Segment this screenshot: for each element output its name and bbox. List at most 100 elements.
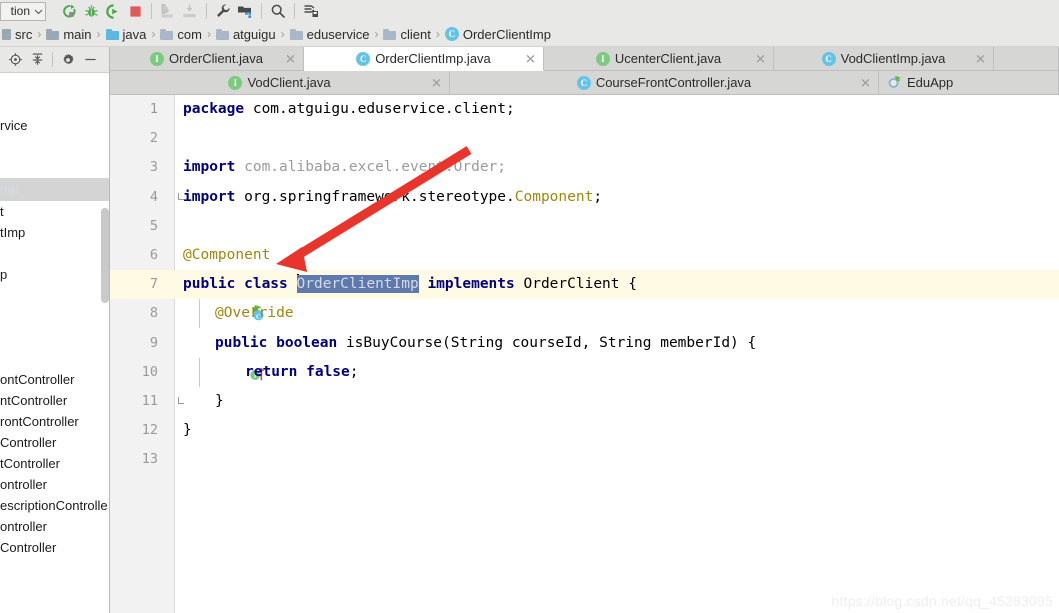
tab-close-icon[interactable]: ✕: [860, 76, 871, 89]
debug-button[interactable]: [80, 1, 102, 21]
tree-item-selected[interactable]: mp: [0, 178, 109, 201]
tree-item[interactable]: [0, 157, 109, 178]
line-text: package com.atguigu.eduservice.client;: [183, 95, 515, 124]
interface-name: OrderClient {: [523, 276, 637, 293]
class-declaration-keywords: public class: [183, 276, 297, 293]
tree-item[interactable]: [0, 306, 109, 327]
tab-close-icon[interactable]: ✕: [525, 52, 536, 65]
tree-item[interactable]: [0, 348, 109, 369]
tab-overflow-area[interactable]: [994, 47, 1059, 71]
keyword-import: import: [183, 159, 236, 176]
hide-panel-button[interactable]: [79, 50, 101, 70]
fold-toggle-icon[interactable]: [178, 339, 188, 346]
code-line: 2: [110, 124, 1059, 153]
breadcrumb-label: main: [63, 26, 92, 42]
tab-ucenterclient-java[interactable]: I UcenterClient.java ✕: [544, 47, 774, 71]
breadcrumb-item-com[interactable]: com: [160, 27, 202, 42]
tree-item[interactable]: ntController: [0, 390, 109, 411]
import-path: org.springframework.stereotype.: [235, 188, 515, 205]
tree-item[interactable]: [0, 73, 109, 94]
rerun-icon: [62, 4, 76, 17]
breadcrumb-label: src: [15, 26, 33, 42]
code-editor[interactable]: 1 package com.atguigu.eduservice.client;…: [110, 95, 1059, 613]
class-badge-icon: C: [444, 27, 459, 41]
project-settings-button[interactable]: [57, 50, 79, 70]
tree-item[interactable]: [0, 285, 109, 306]
tab-coursefrontcontroller-java[interactable]: C CourseFrontController.java ✕: [450, 71, 879, 95]
panel-toolbar-separator: [52, 52, 53, 67]
intellij-idea-window: tion src › main › java › com › atguigu ›…: [0, 0, 1059, 613]
selected-class-name[interactable]: OrderClientImp: [296, 275, 419, 294]
breadcrumb-item-orderclientimp[interactable]: C OrderClientImp: [444, 27, 551, 42]
tree-item[interactable]: Controller: [0, 537, 109, 558]
line-number: 5: [149, 217, 158, 234]
tab-close-icon[interactable]: ✕: [285, 52, 296, 65]
run-configuration-selector[interactable]: tion: [0, 1, 46, 21]
project-structure-button[interactable]: [234, 1, 256, 21]
search-everywhere-button[interactable]: [267, 1, 289, 21]
breadcrumb-item-eduservice[interactable]: eduservice: [289, 26, 370, 42]
fold-guide-line: [199, 357, 200, 387]
tree-item[interactable]: ontController: [0, 369, 109, 390]
closing-brace: }: [183, 422, 192, 439]
tree-item[interactable]: tImp: [0, 222, 109, 243]
tree-item[interactable]: [0, 94, 109, 115]
tab-eduapp[interactable]: EduApp: [879, 71, 1059, 95]
tree-item[interactable]: rvice: [0, 115, 109, 136]
import-button[interactable]: [179, 1, 201, 21]
toolbar-separator-2: [206, 3, 207, 19]
breadcrumb-item-main[interactable]: main: [46, 26, 92, 42]
breadcrumb-item-client[interactable]: client: [383, 27, 431, 42]
breadcrumb-item-src[interactable]: src: [2, 27, 32, 42]
tree-item[interactable]: tController: [0, 453, 109, 474]
code-line: 3 import com.alibaba.excel.event.Order;: [110, 153, 1059, 182]
tree-item[interactable]: t: [0, 201, 109, 222]
settings-wrench-icon: [217, 4, 230, 18]
tab-close-icon[interactable]: ✕: [755, 52, 766, 65]
tab-close-icon[interactable]: ✕: [975, 52, 986, 65]
tree-item[interactable]: [0, 327, 109, 348]
intention-bulb-icon[interactable]: [197, 248, 295, 294]
update-application-button[interactable]: [157, 1, 179, 21]
tab-orderclientimp-java[interactable]: C OrderClientImp.java ✕: [304, 47, 544, 71]
run-configuration-label: tion: [10, 4, 30, 18]
tab-vodclientimp-java[interactable]: C VodClientImp.java ✕: [774, 47, 994, 71]
database-button[interactable]: [300, 1, 322, 21]
run-with-coverage-button[interactable]: [102, 1, 124, 21]
tree-item[interactable]: rontController: [0, 411, 109, 432]
tree-item[interactable]: [0, 136, 109, 157]
tree-item[interactable]: ontroller: [0, 474, 109, 495]
package-folder-icon: [383, 28, 397, 40]
tree-item[interactable]: escriptionControlle: [0, 495, 109, 516]
breadcrumb-label: atguigu: [232, 26, 276, 42]
interface-badge-icon: I: [150, 51, 165, 66]
stop-button[interactable]: [124, 1, 146, 21]
tab-vodclient-java[interactable]: I VodClient.java ✕: [110, 71, 450, 95]
project-tree-scrollbar-thumb[interactable]: [101, 208, 109, 303]
code-line: 1 package com.atguigu.eduservice.client;: [110, 95, 1059, 124]
editor-code-area[interactable]: 1 package com.atguigu.eduservice.client;…: [110, 95, 1059, 613]
breadcrumb-item-java[interactable]: java: [105, 27, 146, 42]
select-opened-file-button[interactable]: [4, 50, 26, 70]
tree-item[interactable]: Controller: [0, 432, 109, 453]
tree-item[interactable]: ontroller: [0, 516, 109, 537]
breadcrumb-separator: ›: [374, 27, 379, 41]
line-text: public boolean isBuyCourse(String course…: [215, 329, 756, 358]
tab-orderclient-java[interactable]: I OrderClient.java ✕: [110, 47, 304, 71]
tree-item[interactable]: [0, 243, 109, 264]
breadcrumb-label: eduservice: [306, 26, 370, 42]
line-number: 8: [149, 305, 158, 322]
tab-label: CourseFrontController.java: [595, 75, 752, 90]
breadcrumb-item-atguigu[interactable]: atguigu: [215, 26, 276, 42]
settings-button[interactable]: [212, 1, 234, 21]
tree-item[interactable]: p: [0, 264, 109, 285]
collapse-all-button[interactable]: [26, 50, 48, 70]
breadcrumb-separator: ›: [206, 27, 211, 41]
code-line: 9 I public boolean isBuyCourse(String co…: [110, 329, 1059, 380]
editor-tab-row-2: I VodClient.java ✕ C CourseFrontControll…: [110, 71, 1059, 95]
rerun-button[interactable]: [58, 1, 80, 21]
semicolon: ;: [593, 188, 603, 205]
breadcrumb-label: com: [177, 26, 202, 42]
project-tree[interactable]: rvice mp t tImp p ontController ntContro…: [0, 73, 109, 612]
tab-close-icon[interactable]: ✕: [431, 76, 442, 89]
